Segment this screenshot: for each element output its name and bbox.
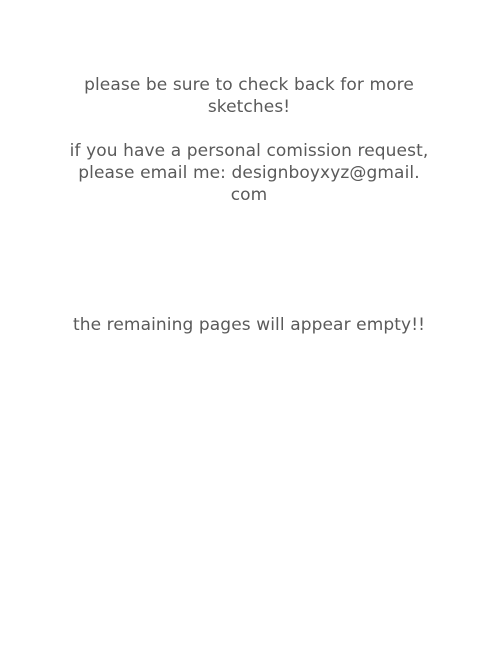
commission-email-line: please email me: designboyxyz@gmail.	[78, 163, 420, 183]
check-back-text-line-1: please be sure to check back for more	[84, 75, 414, 95]
commission-email-continuation: com	[230, 185, 268, 205]
check-back-text-line-2: sketches!	[207, 97, 291, 117]
commission-text-line-1: if you have a personal comission request…	[69, 141, 429, 161]
empty-pages-notice: the remaining pages will appear empty!!	[72, 315, 426, 335]
document-page: please be sure to check back for more sk…	[0, 0, 498, 646]
